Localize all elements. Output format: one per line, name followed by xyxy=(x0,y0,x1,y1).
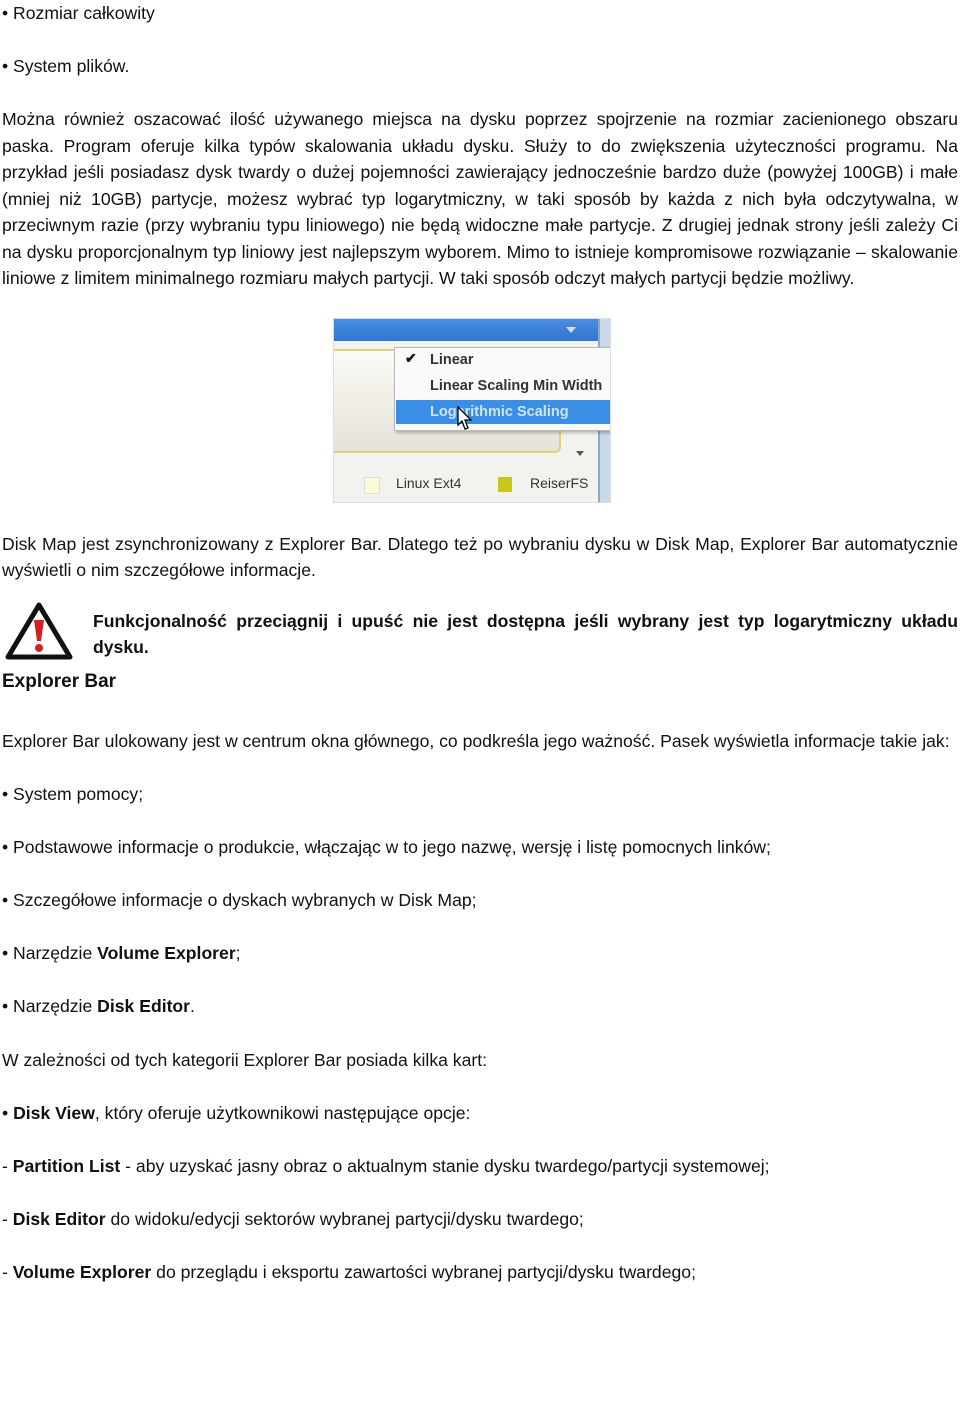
list-item: • Narzędzie Disk Editor. xyxy=(2,993,958,1020)
menu-item-logarithmic[interactable]: Logarithmic Scaling xyxy=(396,399,610,424)
list-text: - xyxy=(2,1261,13,1282)
menu-item-linear-min-width[interactable]: Linear Scaling Min Width xyxy=(430,374,602,398)
list-item: - Partition List - aby uzyskać jasny obr… xyxy=(2,1153,958,1180)
menu-item-linear[interactable]: Linear xyxy=(430,348,474,372)
list-item: - Disk Editor do widoku/edycji sektorów … xyxy=(2,1206,958,1233)
list-item: - Volume Explorer do przeglądu i eksport… xyxy=(2,1259,958,1286)
list-text: ; xyxy=(235,943,241,963)
scaling-menu: ✔ Linear Linear Scaling Min Width Logari… xyxy=(394,346,610,431)
warning-text: Funkcjonalność przeciągnij i upuść nie j… xyxy=(93,610,958,658)
legend-label: Linux Ext4 xyxy=(396,474,462,491)
mouse-cursor-icon xyxy=(457,405,473,430)
list-text: do widoku/edycji sektorów wybranej party… xyxy=(105,1208,584,1229)
bullet-item: • Rozmiar całkowity xyxy=(2,3,155,23)
list-text: do przeglądu i eksportu zawartości wybra… xyxy=(151,1261,696,1282)
list-text: • xyxy=(2,1102,14,1123)
bold-term: Volume Explorer xyxy=(97,943,236,963)
list-text: - xyxy=(2,1155,13,1176)
list-text: • Podstawowe informacje o produkcie, włą… xyxy=(2,837,771,857)
bullet-item: • System plików. xyxy=(2,56,130,76)
bold-term: Disk Editor xyxy=(12,1208,106,1229)
bold-term: Volume Explorer xyxy=(12,1261,152,1282)
section-heading: Explorer Bar xyxy=(2,670,117,692)
list-text: • System pomocy; xyxy=(2,784,144,804)
list-item: • System pomocy; xyxy=(2,781,958,808)
list-item: • Podstawowe informacje o produkcie, włą… xyxy=(2,834,958,861)
bold-term: Partition List xyxy=(12,1155,121,1176)
list-text: , który oferuje użytkownikowi następując… xyxy=(94,1102,471,1123)
document: • Rozmiar całkowity • System plików. Moż… xyxy=(2,0,958,1285)
list-text: • Szczegółowe informacje o dyskach wybra… xyxy=(2,890,477,910)
list-text: - xyxy=(2,1208,13,1229)
list-text: • Narzędzie xyxy=(2,943,98,963)
paragraph-tabs: W zależności od tych kategorii Explorer … xyxy=(2,1049,488,1070)
legend-label: ReiserFS xyxy=(530,474,589,491)
paragraph-sync: Disk Map jest zsynchronizowany z Explore… xyxy=(2,533,958,581)
paragraph-explorer-bar: Explorer Bar ulokowany jest w centrum ok… xyxy=(2,731,950,751)
list-item: • Narzędzie Volume Explorer; xyxy=(2,940,958,967)
dropdown-arrow-icon xyxy=(566,326,576,338)
scroll-down-arrow-icon xyxy=(576,450,584,460)
list-text: - aby uzyskać jasny obraz o aktualnym st… xyxy=(120,1155,770,1176)
bold-term: Disk Editor xyxy=(97,996,191,1016)
checkmark-icon: ✔ xyxy=(405,349,417,366)
paragraph-scaling: Można również oszacować ilość używanego … xyxy=(2,109,958,288)
bold-term: Disk View xyxy=(13,1102,95,1123)
warning-icon xyxy=(5,602,73,659)
title-bar xyxy=(334,318,598,341)
list-text: • Narzędzie xyxy=(2,996,98,1016)
scaling-menu-screenshot: ✔ Linear Linear Scaling Min Width Logari… xyxy=(333,317,611,503)
warning-note: Funkcjonalność przeciągnij i upuść nie j… xyxy=(2,602,958,661)
list-item: • Disk View, który oferuje użytkownikowi… xyxy=(2,1100,958,1127)
legend: Linux Ext4 ReiserFS xyxy=(334,469,598,502)
list-text: . xyxy=(190,996,195,1016)
legend-swatch xyxy=(364,476,380,494)
list-item: • Szczegółowe informacje o dyskach wybra… xyxy=(2,887,958,914)
legend-swatch xyxy=(498,476,512,492)
